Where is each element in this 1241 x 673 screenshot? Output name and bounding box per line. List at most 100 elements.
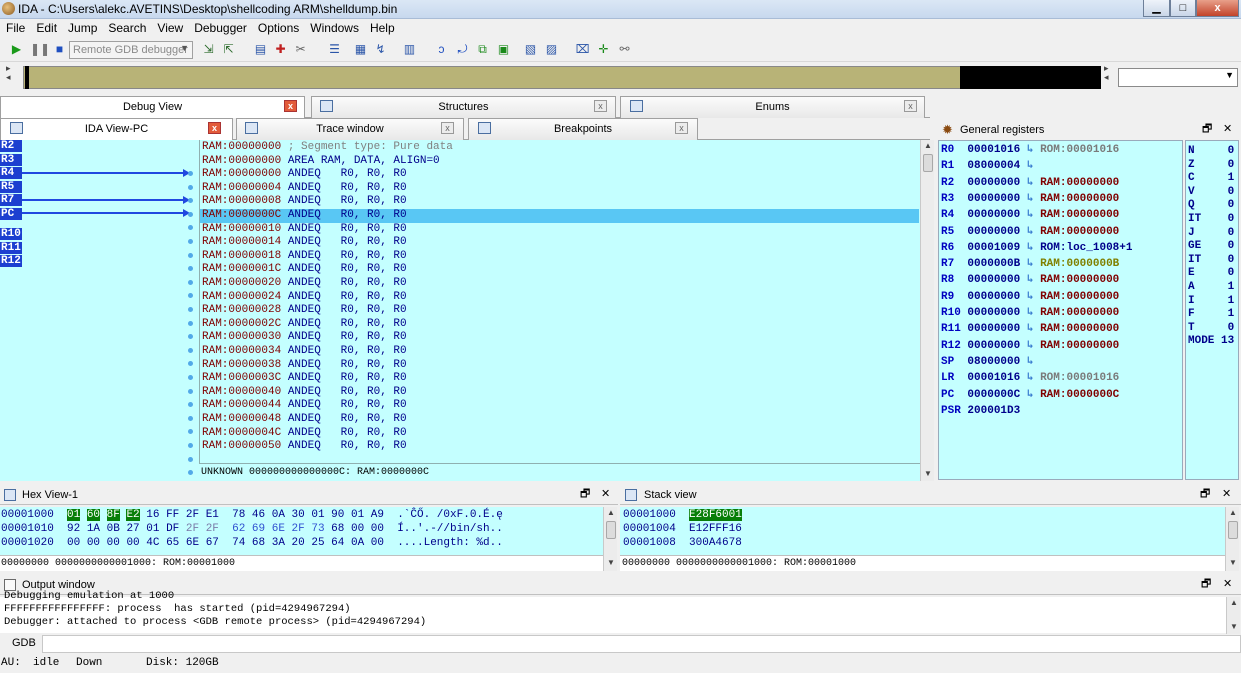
hex-byte[interactable]: 30 <box>292 509 305 521</box>
minimize-button[interactable]: ▁ <box>1143 0 1170 17</box>
tab-breakpoints[interactable]: Breakpoints <box>468 118 698 140</box>
flag-row[interactable]: N 0 <box>1188 145 1234 159</box>
hex-byte[interactable]: 68 <box>252 537 265 549</box>
add-trace-icon[interactable]: ✛ <box>595 41 612 58</box>
close-icon[interactable]: x <box>441 122 454 134</box>
hex-byte[interactable]: 78 <box>232 509 245 521</box>
hex-byte[interactable]: E1 <box>206 509 219 521</box>
hex-byte[interactable]: 73 <box>311 523 324 535</box>
scrollbar-thumb[interactable] <box>923 154 933 172</box>
disasm-row[interactable]: RAM:00000018 ANDEQ R0, R0, R0 <box>202 250 407 264</box>
hex-byte[interactable]: 25 <box>311 537 324 549</box>
scroll-down-icon[interactable]: ▼ <box>1226 557 1240 569</box>
hex-byte[interactable]: FF <box>166 509 179 521</box>
step-until-return-icon[interactable]: ↄ <box>433 41 450 58</box>
output-scrollbar[interactable]: ▲ ▼ <box>1226 597 1240 634</box>
menu-options[interactable]: Options <box>252 19 304 35</box>
register-row[interactable]: R5 00000000 ↳ RAM:00000000 <box>941 224 1119 240</box>
step-into-icon[interactable]: ☰ <box>326 41 343 58</box>
register-row[interactable]: R1 08000004 ↳ <box>941 158 1040 174</box>
register-target[interactable]: ROM:00001016 <box>1040 144 1119 156</box>
restore-icon[interactable]: 🗗 <box>1200 488 1210 501</box>
disasm-row[interactable]: RAM:0000001C ANDEQ R0, R0, R0 <box>202 263 407 277</box>
disasm-row[interactable]: RAM:00000048 ANDEQ R0, R0, R0 <box>202 413 407 427</box>
menu-windows[interactable]: Windows <box>304 19 364 35</box>
close-icon[interactable]: x <box>904 100 917 112</box>
scroll-down-icon[interactable]: ▼ <box>1227 621 1241 633</box>
scroll-up-icon[interactable]: ▲ <box>604 507 618 519</box>
register-target[interactable]: ROM:loc_1008+1 <box>1040 242 1132 254</box>
disasm-row[interactable]: RAM:0000000C ANDEQ R0, R0, R0 <box>200 209 919 223</box>
disasm-row[interactable]: RAM:00000044 ANDEQ R0, R0, R0 <box>202 399 407 413</box>
restore-icon[interactable]: 🗗 <box>1201 578 1211 591</box>
hex-byte[interactable]: 3A <box>272 537 285 549</box>
hex-byte[interactable]: 16 <box>146 509 159 521</box>
disasm-row[interactable]: RAM:00000028 ANDEQ R0, R0, R0 <box>202 304 407 318</box>
hex-byte[interactable]: 62 <box>232 523 245 535</box>
register-target[interactable]: RAM:00000000 <box>1040 193 1119 205</box>
register-row[interactable]: PC 0000000C ↳ RAM:0000000C <box>941 387 1119 403</box>
nav-scroll-arrows-right[interactable]: ▸ ◂ <box>1104 64 1114 91</box>
register-target[interactable]: RAM:00000000 <box>1040 226 1119 238</box>
maximize-button[interactable]: □ <box>1170 0 1196 17</box>
hex-byte[interactable]: 69 <box>252 523 265 535</box>
restore-icon[interactable]: 🗗 <box>580 488 590 501</box>
hex-byte[interactable]: 0A <box>272 509 285 521</box>
hex-byte[interactable]: 00 <box>67 537 80 549</box>
ida-view-scrollbar[interactable]: ▲ ▼ <box>920 140 934 481</box>
hex-byte[interactable]: 00 <box>371 523 384 535</box>
graph-icon[interactable]: ⧉ <box>474 41 491 58</box>
pause-icon[interactable]: ❚❚ <box>30 41 50 58</box>
hex-byte[interactable]: DF <box>166 523 179 535</box>
stack-row[interactable]: 00001000 E28F6001 <box>623 508 742 522</box>
navigation-bar[interactable] <box>23 66 1101 89</box>
hex-byte[interactable]: 27 <box>126 523 139 535</box>
register-row[interactable]: R8 00000000 ↳ RAM:00000000 <box>941 272 1119 288</box>
disasm-row[interactable]: RAM:0000003C ANDEQ R0, R0, R0 <box>202 372 407 386</box>
detach-icon[interactable]: ⇱ <box>220 41 237 58</box>
disasm-row[interactable]: RAM:00000008 ANDEQ R0, R0, R0 <box>202 195 407 209</box>
menu-edit[interactable]: Edit <box>30 19 62 35</box>
flag-row[interactable]: J 0 <box>1188 227 1234 241</box>
hex-byte[interactable]: 65 <box>166 537 179 549</box>
hex-byte[interactable]: 64 <box>331 537 344 549</box>
hex-byte[interactable]: 00 <box>107 537 120 549</box>
hex-byte[interactable]: 2F <box>186 509 199 521</box>
close-icon[interactable]: x <box>675 122 688 134</box>
register-target[interactable]: RAM:00000000 <box>1040 340 1119 352</box>
tab-debug-view[interactable]: Debug View <box>0 96 305 118</box>
hex-byte[interactable]: 90 <box>331 509 344 521</box>
scroll-down-icon[interactable]: ▼ <box>921 468 935 480</box>
close-button[interactable]: x <box>1196 0 1239 17</box>
step-over-icon[interactable]: ▦ <box>352 41 369 58</box>
flag-row[interactable]: IT 0 <box>1188 213 1234 227</box>
hex-byte[interactable]: 68 <box>331 523 344 535</box>
register-target[interactable]: RAM:00000000 <box>1040 274 1119 286</box>
register-row[interactable]: R9 00000000 ↳ RAM:00000000 <box>941 289 1119 305</box>
stack-view-body[interactable]: 00001000 E28F6001 00001004 E12FFF16 000010… <box>620 507 1225 555</box>
stack-view-scrollbar[interactable]: ▲ ▼ <box>1225 507 1239 571</box>
register-target[interactable]: RAM:0000000B <box>1040 258 1119 270</box>
flag-row[interactable]: I 1 <box>1188 295 1234 309</box>
register-row[interactable]: R3 00000000 ↳ RAM:00000000 <box>941 191 1119 207</box>
tab-ida-view-pc[interactable]: IDA View-PC <box>0 118 233 140</box>
register-row[interactable]: R10 00000000 ↳ RAM:00000000 <box>941 305 1119 321</box>
hex-byte[interactable]: E2 <box>126 509 140 521</box>
module-list-icon[interactable]: ▧ <box>522 41 539 58</box>
close-icon[interactable]: ✕ <box>1223 123 1232 136</box>
play-icon[interactable]: ▶ <box>8 41 25 58</box>
hex-byte[interactable]: 46 <box>252 509 265 521</box>
disasm-row[interactable]: RAM:00000038 ANDEQ R0, R0, R0 <box>202 359 407 373</box>
hex-byte[interactable]: 01 <box>146 523 159 535</box>
register-row[interactable]: R12 00000000 ↳ RAM:00000000 <box>941 338 1119 354</box>
tab-enums[interactable]: Enums <box>620 96 925 118</box>
hex-row[interactable]: 00001020 00 00 00 00 4C 65 6E 67 74 68 3… <box>1 536 503 550</box>
trace-window-icon[interactable]: ⌧ <box>574 41 591 58</box>
flag-row[interactable]: IT 0 <box>1188 254 1234 268</box>
clear-trace-icon[interactable]: ⚯ <box>616 41 633 58</box>
hex-byte[interactable]: 6E <box>272 523 285 535</box>
hex-byte[interactable]: 00 <box>126 537 139 549</box>
hex-byte[interactable]: 01 <box>351 509 364 521</box>
close-icon[interactable]: x <box>594 100 607 112</box>
hex-byte[interactable]: 00 <box>351 523 364 535</box>
